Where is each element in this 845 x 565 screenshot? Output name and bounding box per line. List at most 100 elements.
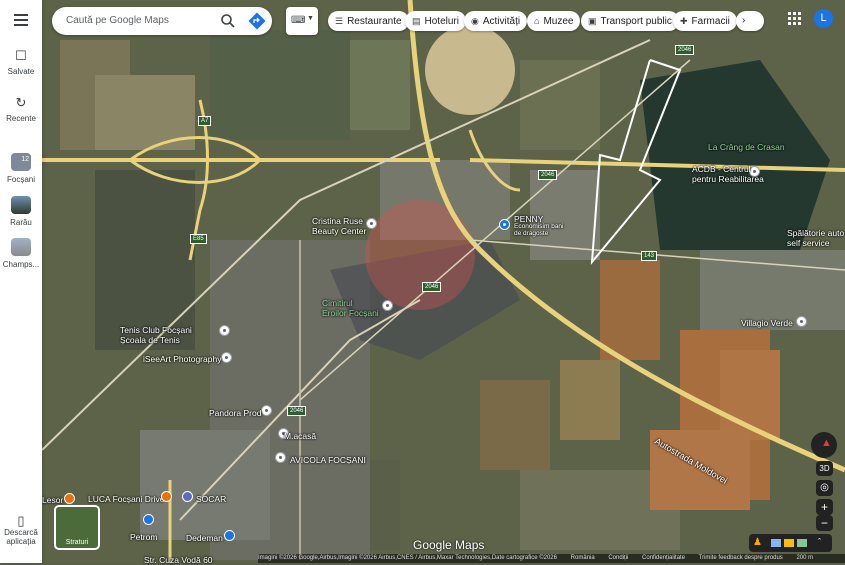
chip-activities[interactable]: ◉ Activități [464,11,528,31]
compass-button[interactable]: ▲ [811,432,837,458]
my-location-icon[interactable]: ◎ [816,480,833,496]
fork-knife-icon: ☰ [335,16,344,26]
place-pin[interactable] [366,218,377,229]
place-pin[interactable] [382,300,393,311]
scale-label[interactable]: 200 m [796,555,813,561]
place-pin[interactable] [275,452,286,463]
bus-icon: ▣ [588,16,597,26]
road-shield: 2046 [538,170,558,180]
place-label-pandora[interactable]: Pandora Prod [209,408,261,418]
place-pin[interactable] [261,405,272,416]
place-label-avicola[interactable]: AVICOLA FOCȘANI [290,455,366,465]
place-pin[interactable] [219,325,230,336]
store-pin[interactable] [143,514,154,525]
compass-icon: ▲ [821,437,832,449]
history-icon: ↻ [15,95,27,110]
place-label-villagio[interactable]: Villagio Verde [741,318,793,328]
chip-label: Hoteluri [424,16,459,27]
place-pin[interactable] [221,352,232,363]
bed-icon: ▤ [412,16,421,26]
recent-button[interactable]: ↻ Recente [0,95,42,123]
bottom-toolbar: ♟ ˆ [749,534,832,552]
privacy-link[interactable]: Confidențialitate [642,555,685,561]
attribution-text: Imagini ©2026 Google,Airbus,Imagini ©202… [258,555,557,561]
place-thumbnail: 12 [11,153,31,171]
place-label-macasa[interactable]: M.acasă [284,431,316,441]
chip-museums[interactable]: ⌂ Muzee [527,11,581,31]
transit-layer-icon[interactable] [771,539,781,547]
place-label-cuza[interactable]: Str. Cuza Vodă 60 [144,555,213,565]
recent-label: Recente [6,114,36,123]
recent-place-rarau[interactable]: Rarău [0,196,42,227]
layers-label: Straturi [65,539,89,546]
place-thumbnail [11,196,31,214]
place-pin[interactable] [796,316,807,327]
chip-restaurants[interactable]: ☰ Restaurante [328,11,409,31]
place-label-tenis[interactable]: Tenis Club Focșani Școala de Tenis [120,325,192,345]
terms-link[interactable]: Condiții [608,555,628,561]
road-shield: 2046 [287,406,307,416]
place-label-penny-sub: Economisim bani de dragoste [514,223,564,237]
chip-label: Restaurante [347,16,402,27]
chips-scroll-button[interactable]: › [736,11,764,31]
store-pin[interactable] [224,530,235,541]
directions-icon[interactable] [248,12,266,30]
fuel-pin[interactable] [182,491,193,502]
country-link[interactable]: România [571,555,595,561]
zoom-out-button[interactable]: − [816,515,833,531]
place-badge: 12 [21,156,29,163]
terrain-layer-icon[interactable] [797,539,807,547]
expand-icon[interactable]: ˆ [818,537,821,547]
road-shield: 2046 [422,282,442,292]
chevron-down-icon: ▼ [307,15,314,22]
place-label-acdb[interactable]: ACDB - Centrul pentru Reabilitarea [692,164,764,184]
place-label-lesor[interactable]: Lesor [42,495,63,505]
restaurant-pin[interactable] [64,493,75,504]
place-label-dedeman[interactable]: Dedeman [186,533,223,543]
road-shield: 143 [641,251,658,261]
place-label-petrom[interactable]: Petrom [130,532,157,542]
road-shield: A7 [198,116,212,126]
place-label: Rarău [10,218,32,227]
search-input[interactable]: Caută pe Google Maps [66,15,169,26]
place-label-cristina[interactable]: Cristina Ruse Beauty Center [312,216,366,236]
layers-button[interactable]: Straturi [54,505,100,550]
road-shield: 2046 [675,45,695,55]
pegman-icon[interactable]: ♟ [753,537,762,548]
search-box[interactable]: Caută pe Google Maps [52,7,272,35]
feedback-link[interactable]: Trimite feedback despre produs [699,555,783,561]
chip-pharmacies[interactable]: ✚ Farmacii [673,11,737,31]
chip-public-transport[interactable]: ▣ Transport public [581,11,679,31]
traffic-layer-icon[interactable] [784,539,794,547]
place-label-iseeart[interactable]: iSeeArt Photography [143,354,221,364]
place-label-spalatorie[interactable]: Spălătorie auto self service [787,228,844,248]
account-avatar[interactable]: L [814,9,833,28]
place-label-crang[interactable]: La Crâng de Crasan [708,142,785,152]
pharmacy-icon: ✚ [680,16,688,26]
search-icon[interactable] [220,13,236,29]
bookmark-icon: ☐ [15,48,27,63]
store-pin[interactable] [499,219,510,230]
phone-icon: ▯ [17,513,25,528]
recent-place-champs[interactable]: Champs... [0,238,42,269]
apps-grid-icon[interactable] [788,12,802,26]
saved-label: Salvate [7,67,35,76]
3d-toggle[interactable]: 3D [816,461,833,476]
map-type-dropdown[interactable]: ⌨ ▼ [286,7,318,35]
download-app-button[interactable]: ▯ Descarcă aplicația [0,513,42,546]
place-label: Champs... [2,260,40,269]
download-label: Descarcă aplicația [4,528,38,546]
left-rail: ☐ Salvate ↻ Recente 12 Focșani Rarău Cha… [0,0,42,563]
place-label-socar[interactable]: SOCAR [196,494,226,504]
camera-icon: ◉ [471,16,479,26]
place-label-luca[interactable]: LUCA Focșani Drive [88,494,165,504]
restaurant-pin[interactable] [161,491,172,502]
recent-place-focsani[interactable]: 12 Focșani [0,153,42,184]
museum-icon: ⌂ [534,16,540,26]
menu-icon[interactable] [14,14,28,26]
place-label-cimitirul[interactable]: Cimitirul Eroilor Focșani [322,298,379,318]
chip-hotels[interactable]: ▤ Hoteluri [405,11,466,31]
chevron-right-icon: › [742,15,746,26]
saved-button[interactable]: ☐ Salvate [0,48,42,76]
zoom-in-button[interactable]: + [816,499,833,515]
